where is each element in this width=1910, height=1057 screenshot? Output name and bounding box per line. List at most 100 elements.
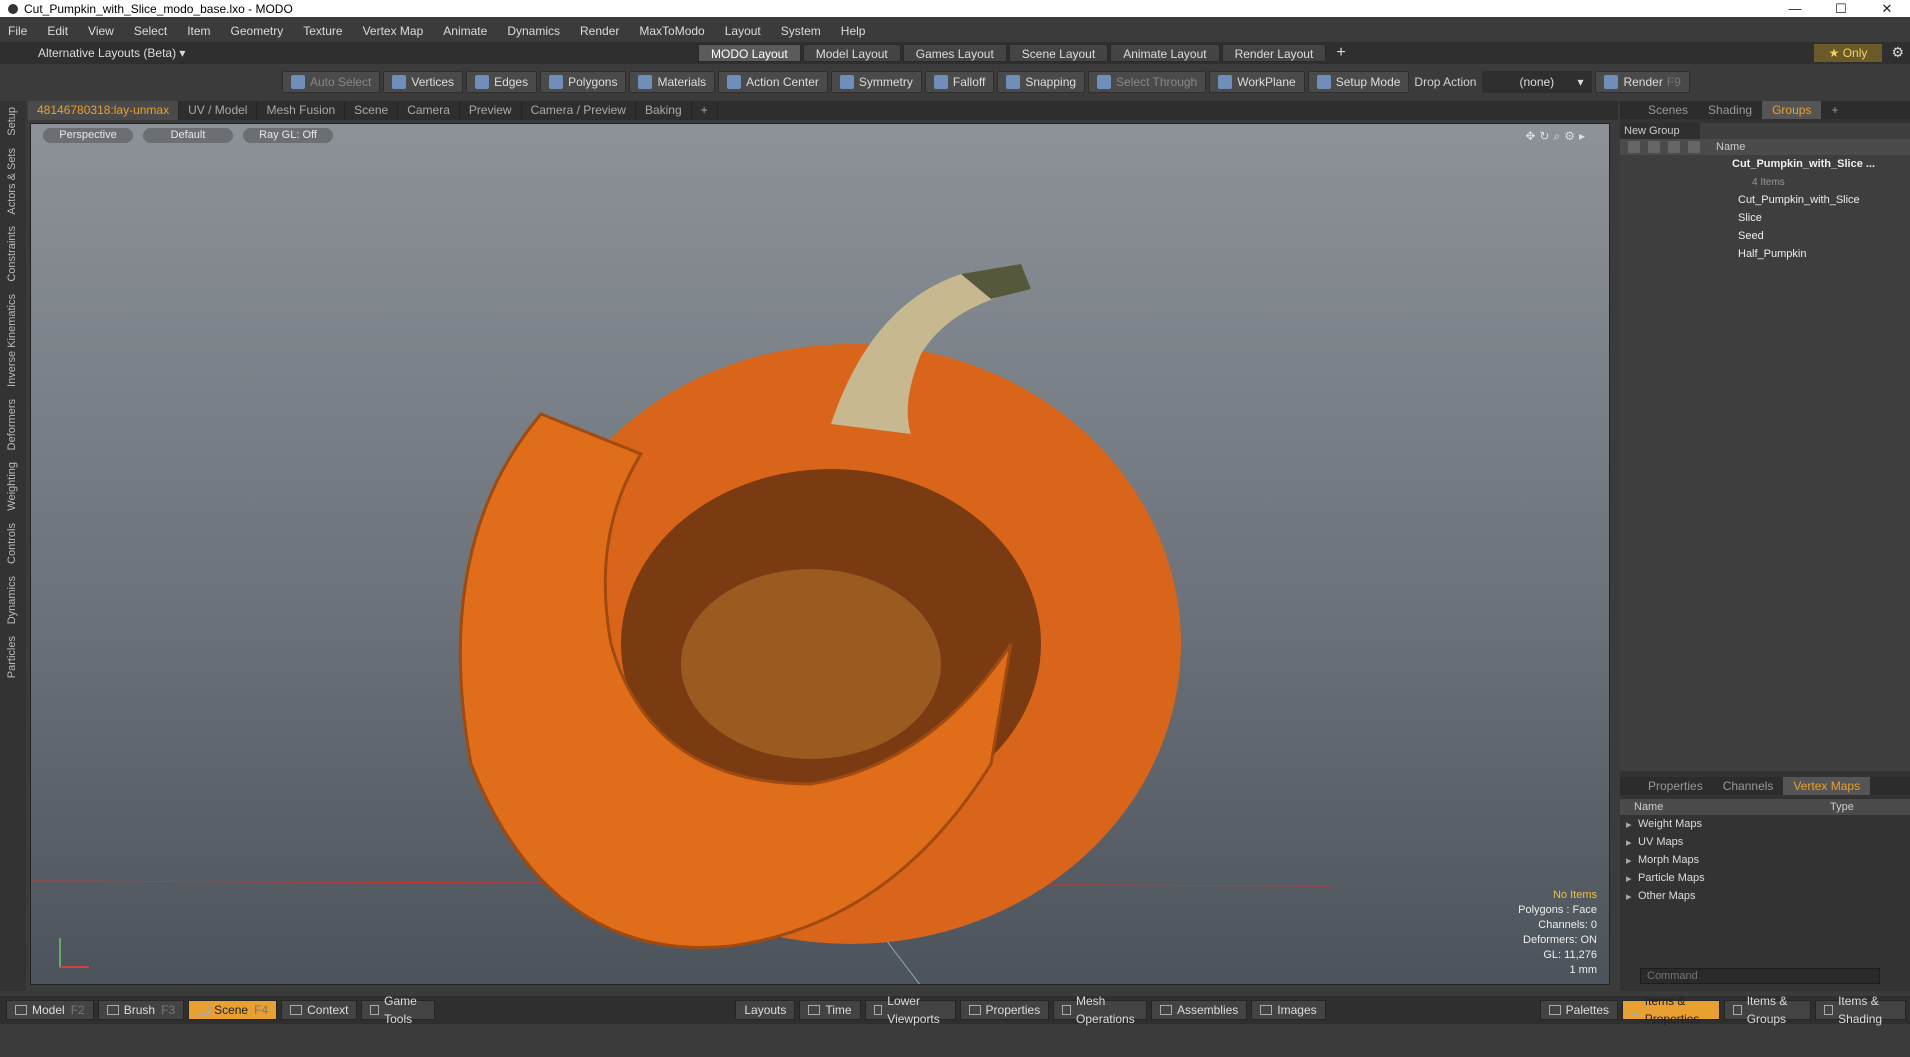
items-shading-button[interactable]: Items & Shading [1815, 994, 1906, 1026]
tab-properties[interactable]: Properties [1638, 777, 1713, 795]
side-tab-dynamics[interactable]: Dynamics [6, 570, 18, 630]
expand-icon[interactable]: ▸ [1626, 854, 1638, 867]
action-center-button[interactable]: Action Center [718, 71, 828, 93]
menu-system[interactable]: System [781, 24, 821, 38]
maximize-icon[interactable]: ☐ [1818, 1, 1864, 17]
menu-view[interactable]: View [88, 24, 114, 38]
model-button[interactable]: Model F2 [6, 1000, 94, 1020]
side-tab-weighting[interactable]: Weighting [6, 456, 18, 517]
snapping-button[interactable]: Snapping [997, 71, 1086, 93]
add-panel-tab-icon[interactable]: + [1821, 101, 1848, 119]
command-input[interactable] [1640, 968, 1880, 984]
polygons-button[interactable]: Polygons [540, 71, 627, 93]
select-through-button[interactable]: Select Through [1088, 71, 1207, 93]
expand-icon[interactable]: ▸ [1626, 836, 1638, 849]
lower-viewports-button[interactable]: Lower Viewports [864, 994, 956, 1026]
tab-channels[interactable]: Channels [1713, 777, 1784, 795]
expand-icon[interactable]: ▸ [1626, 890, 1638, 903]
list-item[interactable]: ▸ Particle Maps [1620, 869, 1910, 887]
3d-viewport[interactable]: Perspective Default Ray GL: Off ✥↻⌕⚙▸ No… [30, 123, 1610, 985]
select-icon[interactable] [1668, 141, 1680, 153]
only-button[interactable]: ★ Only [1814, 44, 1882, 62]
menu-help[interactable]: Help [841, 24, 866, 38]
vertices-button[interactable]: Vertices [383, 71, 464, 93]
tab-camera-preview[interactable]: Camera / Preview [522, 101, 636, 120]
menu-select[interactable]: Select [134, 24, 167, 38]
menu-render[interactable]: Render [580, 24, 619, 38]
list-item[interactable]: Slice [1620, 209, 1910, 227]
setup-mode-button[interactable]: Setup Mode [1307, 71, 1410, 93]
context-button[interactable]: Context [281, 1000, 358, 1020]
expand-icon[interactable]: ▸ [1626, 872, 1638, 885]
workplane-button[interactable]: WorkPlane [1209, 71, 1305, 93]
tab-animate-layout[interactable]: Animate Layout [1110, 44, 1220, 62]
list-item[interactable]: ▸ Weight Maps [1620, 815, 1910, 833]
list-item[interactable]: Seed [1620, 227, 1910, 245]
menu-maxtomodo[interactable]: MaxToModo [639, 24, 704, 38]
side-tab-inverse-kinematics[interactable]: Inverse Kinematics [6, 288, 18, 393]
layouts-button[interactable]: Layouts [735, 1000, 796, 1020]
tab-scene[interactable]: Scene [345, 101, 399, 120]
tab-preview[interactable]: Preview [460, 101, 522, 120]
minimize-icon[interactable]: — [1772, 1, 1818, 16]
tab-scene-layout[interactable]: Scene Layout [1008, 44, 1109, 62]
materials-button[interactable]: Materials [629, 71, 716, 93]
menu-texture[interactable]: Texture [303, 24, 342, 38]
tab-scenes[interactable]: Scenes [1638, 101, 1698, 119]
lock-icon[interactable] [1648, 141, 1660, 153]
tab-lay-unmax[interactable]: 48146780318:lay-unmax [28, 101, 180, 120]
tab-groups[interactable]: Groups [1762, 101, 1822, 119]
falloff-button[interactable]: Falloff [924, 71, 995, 93]
properties-button[interactable]: Properties [959, 1000, 1050, 1020]
symmetry-button[interactable]: Symmetry [830, 71, 922, 93]
assemblies-button[interactable]: Assemblies [1150, 1000, 1248, 1020]
menu-item[interactable]: Item [187, 24, 210, 38]
tab-shading[interactable]: Shading [1698, 101, 1762, 119]
edges-button[interactable]: Edges [466, 71, 538, 93]
side-tab-deformers[interactable]: Deformers [6, 393, 18, 456]
menu-layout[interactable]: Layout [725, 24, 761, 38]
add-layout-icon[interactable]: + [1336, 44, 1345, 62]
side-tab-controls[interactable]: Controls [6, 517, 18, 570]
auto-select-button[interactable]: Auto Select [282, 71, 381, 93]
scene-button[interactable]: Scene F4 [188, 1000, 278, 1020]
brush-button[interactable]: Brush F3 [97, 1000, 185, 1020]
gear-icon[interactable]: ⚙ [1891, 44, 1904, 61]
expand-icon[interactable]: ▸ [1626, 818, 1638, 831]
render-toggle-icon[interactable] [1688, 141, 1700, 153]
tab-model-layout[interactable]: Model Layout [802, 44, 901, 62]
menu-vertex-map[interactable]: Vertex Map [363, 24, 424, 38]
side-tab-particles[interactable]: Particles [6, 630, 18, 684]
side-tab-actors-sets[interactable]: Actors & Sets [6, 142, 18, 221]
side-tab-constraints[interactable]: Constraints [6, 220, 18, 288]
tab-vertex-maps[interactable]: Vertex Maps [1783, 777, 1871, 795]
menu-animate[interactable]: Animate [443, 24, 487, 38]
time-button[interactable]: Time [799, 1000, 861, 1020]
mesh-operations-button[interactable]: Mesh Operations [1053, 994, 1147, 1026]
tab-uv-model[interactable]: UV / Model [179, 101, 258, 120]
close-icon[interactable]: ✕ [1864, 1, 1910, 17]
palettes-button[interactable]: Palettes [1539, 1000, 1619, 1020]
tab-render-layout[interactable]: Render Layout [1221, 44, 1327, 62]
list-item[interactable]: ▸ UV Maps [1620, 833, 1910, 851]
tab-modo-layout[interactable]: MODO Layout [698, 44, 801, 62]
menu-dynamics[interactable]: Dynamics [507, 24, 560, 38]
menu-file[interactable]: File [8, 24, 27, 38]
tab-baking[interactable]: Baking [636, 101, 692, 120]
tab-games-layout[interactable]: Games Layout [902, 44, 1007, 62]
alternative-layouts-dropdown[interactable]: Alternative Layouts (Beta) ▾ [38, 46, 698, 60]
items-properties-button[interactable]: Items & Properties [1622, 994, 1720, 1026]
tab-camera[interactable]: Camera [398, 101, 460, 120]
menu-edit[interactable]: Edit [47, 24, 68, 38]
list-item[interactable]: ▸ Morph Maps [1620, 851, 1910, 869]
eye-icon[interactable] [1628, 141, 1640, 153]
list-item[interactable]: ▸ Other Maps [1620, 887, 1910, 905]
render-button[interactable]: Render F9 [1595, 71, 1690, 93]
side-tab-setup[interactable]: Setup [6, 101, 18, 142]
list-item[interactable]: Half_Pumpkin [1620, 245, 1910, 263]
new-group-button[interactable]: New Group [1620, 123, 1700, 139]
list-item[interactable]: Cut_Pumpkin_with_Slice [1620, 191, 1910, 209]
tab-mesh-fusion[interactable]: Mesh Fusion [257, 101, 346, 120]
add-tab-icon[interactable]: + [692, 101, 718, 120]
items-groups-button[interactable]: Items & Groups [1724, 994, 1812, 1026]
